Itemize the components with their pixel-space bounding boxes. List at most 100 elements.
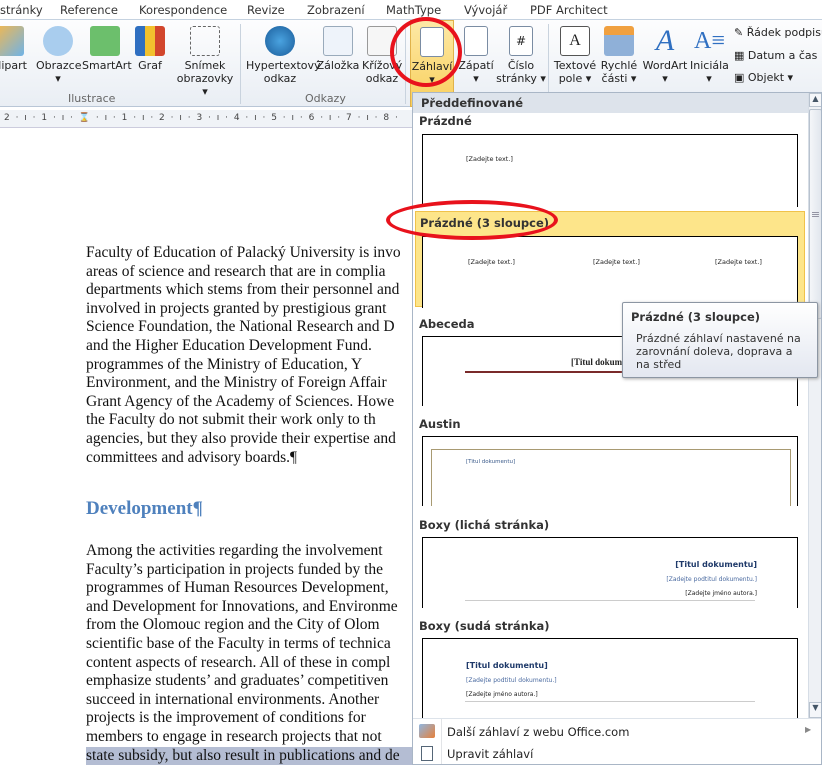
button-label: Číslo stránky [496, 59, 537, 85]
placeholder-text: [Zadejte jméno autora.] [685, 590, 757, 597]
gallery-menu: Další záhlaví z webu Office.com ▶ Upravi… [413, 718, 821, 764]
ruler-ticks: 2 · ı · 1 · ı · ⌛ · ı · 1 · ı · 2 · ı · … [4, 113, 400, 123]
text-line: departments which stems from their perso… [86, 281, 400, 299]
scroll-down-arrow-icon[interactable]: ▼ [809, 702, 821, 718]
group-label-ilustrace: Ilustrace [68, 92, 116, 105]
footer-button[interactable]: Zápatí ▾ [456, 26, 496, 85]
smartart-button[interactable]: SmartArt [82, 26, 132, 72]
screenshot-icon [190, 26, 220, 56]
drop-cap-button[interactable]: A≡ Iniciála ▾ [690, 26, 729, 85]
separator [240, 24, 241, 104]
button-label: Textové pole [553, 59, 597, 85]
chart-icon [135, 26, 165, 56]
screenshot-button[interactable]: Snímek obrazovky ▾ [173, 26, 237, 98]
footer-icon [464, 26, 488, 56]
chart-button[interactable]: Graf [133, 26, 167, 72]
clipart-icon [0, 26, 24, 56]
bookmark-icon [323, 26, 353, 56]
tab-mathtype[interactable]: MathType [386, 3, 441, 17]
button-label: Objekt [747, 71, 785, 84]
tab-revize[interactable]: Revize [247, 3, 285, 17]
button-label: Graf [138, 59, 162, 72]
text-line: from the Olomouc region and the City of … [86, 616, 380, 634]
clipart-button[interactable]: Klipart [0, 26, 32, 72]
placeholder-text: [Zadejte text.] [593, 258, 640, 266]
tooltip-body: Prázdné záhlaví nastavené na zarovnání d… [636, 332, 801, 371]
button-label: Obrazce [36, 59, 82, 72]
scrollbar-thumb[interactable]: ≡ [809, 109, 821, 319]
button-label: Snímek obrazovky [176, 59, 234, 85]
menu-item-edit-header[interactable]: Upravit záhlaví [447, 747, 533, 761]
gallery-item-prazdne[interactable]: [Zadejte text.] [422, 134, 798, 207]
placeholder-text: [Zadejte jméno autora.] [466, 691, 538, 698]
menu-item-more-headers[interactable]: Další záhlaví z webu Office.com [447, 725, 629, 739]
smartart-icon [90, 26, 120, 56]
gallery-item-label: Austin [419, 417, 461, 431]
text-line: committees and advisory boards.¶ [86, 448, 298, 466]
text-box-icon: A [560, 26, 590, 56]
gallery-item-label: Abeceda [419, 317, 475, 331]
gallery-scrollbar[interactable]: ▲ ≡ ▼ [808, 93, 821, 718]
text-line: Environment, and the Ministry of Foreign… [86, 374, 387, 392]
heading-development: Development¶ [86, 498, 203, 519]
globe-icon [265, 26, 295, 56]
placeholder-text: [Zadejte text.] [468, 258, 515, 266]
submenu-arrow-icon: ▶ [805, 725, 812, 734]
office-web-icon [419, 724, 435, 738]
tab-zobrazeni[interactable]: Zobrazení [307, 3, 365, 17]
text-line: programmes of the Ministry of Education,… [86, 355, 363, 373]
gallery-section-header: Předdefinované [413, 93, 808, 113]
date-time-button[interactable]: ▦ Datum a čas [734, 49, 817, 62]
placeholder-text: [Titul dokumentu] [466, 661, 548, 670]
button-label: Řádek podpisu [746, 26, 822, 39]
shapes-icon [43, 26, 73, 56]
placeholder-text: [Titul dokumentu] [675, 560, 757, 569]
text-line: state subsidy, but also result in public… [86, 746, 412, 765]
text-line: succeed in international environments. A… [86, 690, 380, 708]
placeholder-text: [Titul dokumentu] [466, 459, 516, 465]
object-button[interactable]: ▣ Objekt ▾ [734, 71, 793, 84]
button-label: SmartArt [82, 59, 132, 72]
placeholder-text: [Zadejte podtitul dokumentu.] [666, 576, 757, 583]
quick-parts-button[interactable]: Rychlé části ▾ [600, 26, 638, 85]
tab-rozlozeni-stranky[interactable]: stránky [0, 3, 43, 17]
wordart-button[interactable]: A WordArt ▾ [640, 26, 690, 86]
button-label: WordArt [642, 59, 688, 72]
gallery-item-label: Boxy (lichá stránka) [419, 518, 550, 532]
tooltip-title: Prázdné (3 sloupce) [631, 310, 761, 324]
gallery-item-label: Boxy (sudá stránka) [419, 619, 550, 633]
signature-line-icon: ✎ [734, 26, 747, 39]
tooltip: Prázdné (3 sloupce) Prázdné záhlaví nast… [622, 302, 818, 378]
tab-pdf-architect[interactable]: PDF Architect [530, 3, 608, 17]
page-number-button[interactable]: # Číslo stránky ▾ [496, 26, 546, 85]
drop-cap-icon: A≡ [694, 28, 725, 54]
text-line: emphasize students’ and graduates’ compe… [86, 672, 389, 690]
gallery-item-austin[interactable]: [Titul dokumentu] [422, 436, 798, 506]
tab-korespondence[interactable]: Korespondence [139, 3, 227, 17]
ribbon-tabs: stránky Reference Korespondence Revize Z… [0, 0, 822, 20]
page-number-icon: # [509, 26, 533, 56]
text-box-button[interactable]: A Textové pole ▾ [552, 26, 598, 85]
text-line: involved in projects granted by prestigi… [86, 299, 387, 317]
tab-vyvojar[interactable]: Vývojář [464, 3, 507, 17]
bookmark-button[interactable]: Záložka [316, 26, 360, 72]
annotation-circle-header-button [390, 17, 462, 87]
text-line: the Faculty do not submit their work onl… [86, 411, 376, 429]
shapes-button[interactable]: Obrazce ▾ [36, 26, 82, 85]
annotation-circle-3-columns [386, 200, 558, 240]
quick-parts-icon [604, 26, 634, 56]
signature-line-button[interactable]: ✎ Řádek podpisu [734, 26, 822, 39]
tab-reference[interactable]: Reference [60, 3, 118, 17]
gallery-item-boxy-licha[interactable]: [Titul dokumentu] [Zadejte podtitul doku… [422, 537, 798, 608]
hyperlink-button[interactable]: Hypertextový odkaz [246, 26, 321, 85]
calendar-icon: ▦ [734, 49, 748, 62]
button-label: Klipart [0, 59, 27, 72]
gallery-item-boxy-suda[interactable]: [Titul dokumentu] [Zadejte podtitul doku… [422, 638, 798, 718]
scroll-up-arrow-icon[interactable]: ▲ [809, 93, 821, 107]
text-line: Faculty’s participation in projects fund… [86, 560, 384, 578]
button-label: Hypertextový odkaz [246, 59, 321, 85]
text-line: and Development for Innovations, and Env… [86, 597, 398, 615]
button-label: Záložka [316, 59, 360, 72]
object-icon: ▣ [734, 71, 748, 84]
text-line: Grant Agency of the Academy of Sciences.… [86, 392, 395, 410]
